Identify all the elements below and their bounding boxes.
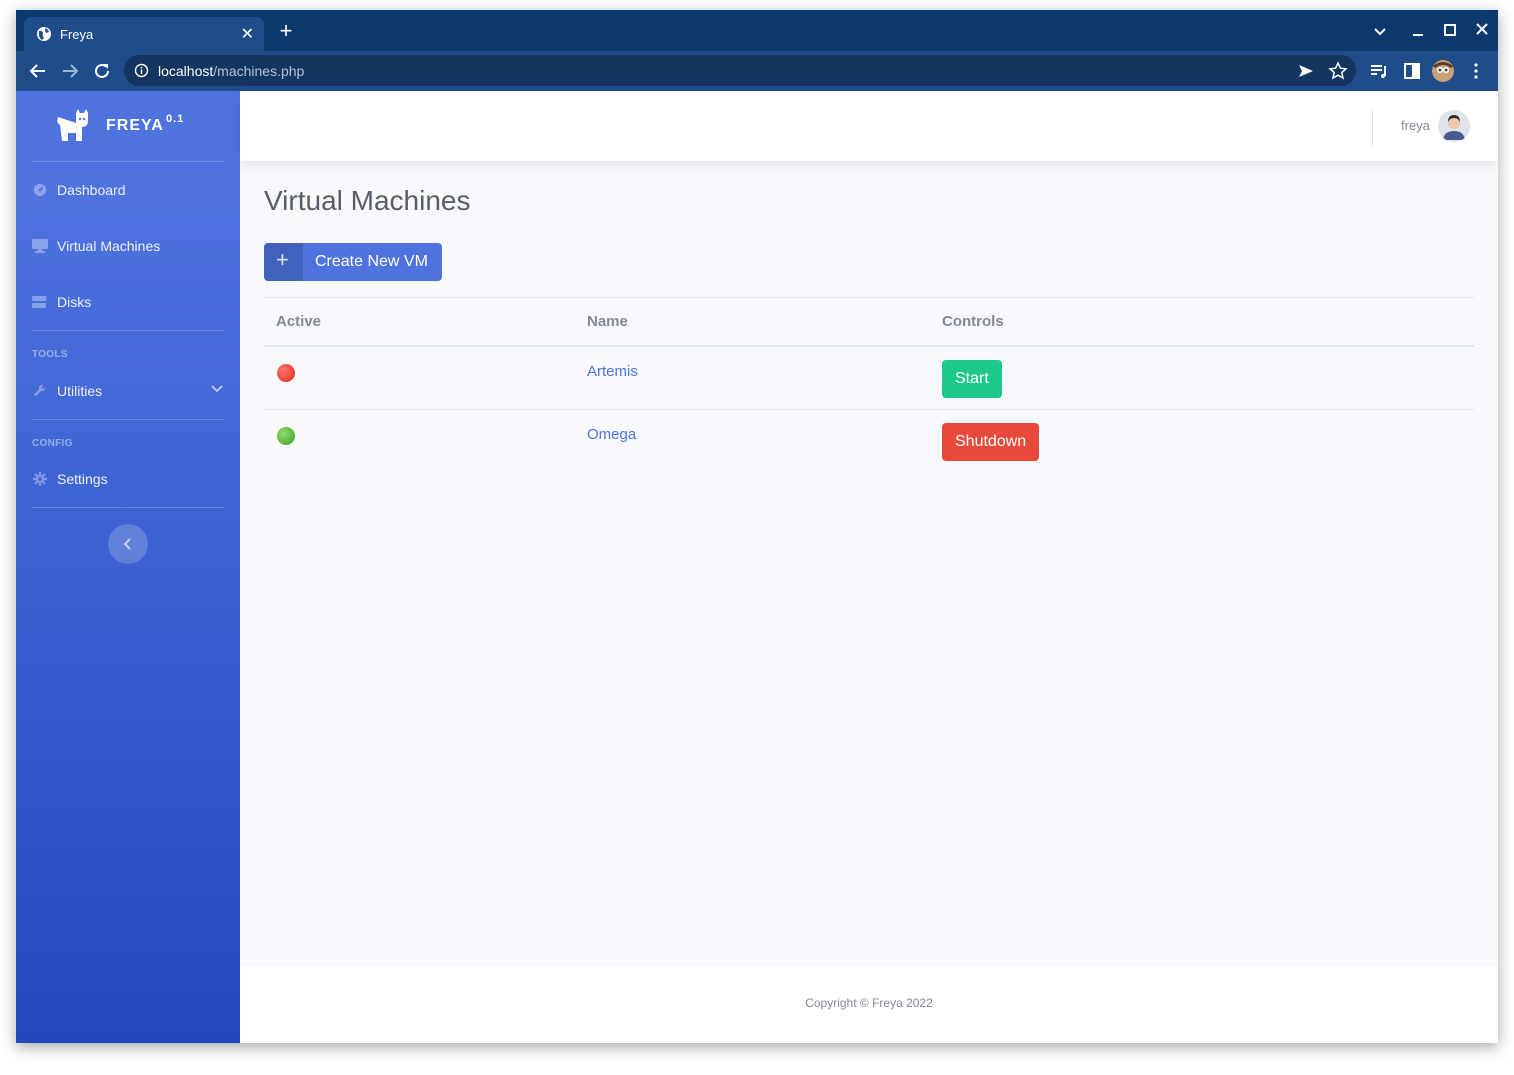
table-row: Artemis Start [264,347,1474,410]
desktop-icon [32,239,48,253]
sidebar-divider [32,330,224,331]
sidebar-item-virtual-machines[interactable]: Virtual Machines [32,235,224,259]
maximize-icon[interactable] [1438,19,1462,43]
create-vm-label: Create New VM [315,253,428,270]
url-path: /machines.php [213,63,305,79]
tab-title: Freya [60,27,94,42]
sidebar-item-disks[interactable]: Disks [32,291,224,315]
bookmark-star-icon[interactable] [1328,61,1348,81]
status-on-icon [277,427,295,445]
globe-icon [37,27,51,41]
side-panel-icon[interactable] [1401,60,1423,82]
hdd-icon [32,296,46,308]
sidebar-item-label: Disks [57,294,92,310]
vm-name-link[interactable]: Artemis [587,363,638,380]
gear-icon [33,472,47,486]
browser-menu-icon[interactable] [1465,60,1487,82]
chevron-left-icon [123,538,131,550]
status-off-icon [277,364,295,382]
forward-icon[interactable] [59,60,81,82]
sidebar-item-settings[interactable]: Settings [32,468,224,492]
reading-list-icon[interactable] [1368,60,1390,82]
close-tab-icon[interactable]: ✕ [241,24,254,44]
browser-toolbar: localhost/machines.php [16,51,1498,91]
create-vm-button[interactable]: + Create New VM [264,243,442,281]
sidebar-heading-tools: TOOLS [32,349,68,360]
send-icon[interactable] [1296,61,1316,81]
sidebar-item-label: Utilities [57,383,103,399]
topbar-divider [1372,108,1373,146]
sidebar-heading-config: CONFIG [32,438,73,449]
sidebar-toggle-button[interactable] [108,524,148,564]
dashboard-icon [33,183,47,197]
sidebar-item-label: Settings [57,471,108,487]
page-title: Virtual Machines [264,185,471,216]
reload-icon[interactable] [91,60,113,82]
brand-name: FREYA [106,117,164,134]
sidebar-divider [32,161,224,162]
brand-version: 0.1 [166,113,185,125]
plus-icon: + [264,243,303,281]
url-host: localhost [158,63,214,79]
start-button[interactable]: Start [942,360,1002,398]
back-icon[interactable] [27,60,49,82]
topbar: freya [240,91,1498,161]
browser-profile-avatar[interactable] [1432,60,1454,82]
info-icon[interactable] [134,63,149,78]
new-tab-button[interactable]: + [276,20,296,42]
browser-window: Freya ✕ + localhost/machines.php FREYA 0… [16,10,1498,1043]
close-window-icon[interactable] [1470,19,1494,43]
copyright-text: Copyright © Freya 2022 [805,996,933,1010]
sidebar-item-utilities[interactable]: Utilities [32,380,224,404]
tab-search-icon[interactable] [1368,19,1392,43]
main-content: Virtual Machines + Create New VM Active … [240,161,1498,966]
column-header-name: Name [587,313,628,330]
wrench-icon [33,384,46,397]
table-row: Omega Shutdown [264,410,1474,473]
sidebar: FREYA 0.1 Dashboard Virtual Machines Dis… [16,91,240,1043]
user-name[interactable]: freya [1401,118,1430,133]
minimize-icon[interactable] [1406,19,1430,43]
tab-bar: Freya ✕ + [16,10,1498,51]
browser-tab[interactable]: Freya ✕ [24,17,264,51]
footer: Copyright © Freya 2022 [240,966,1498,1043]
column-header-controls: Controls [942,313,1004,330]
sidebar-item-label: Dashboard [57,182,126,198]
avatar[interactable] [1438,110,1470,142]
chevron-down-icon [211,385,223,393]
sidebar-divider [32,507,224,508]
address-bar[interactable]: localhost/machines.php [124,55,1356,86]
column-header-active: Active [276,313,322,330]
shutdown-button[interactable]: Shutdown [942,423,1040,461]
vm-name-link[interactable]: Omega [587,426,636,443]
url-text: localhost/machines.php [158,63,304,79]
cat-logo-icon [57,109,88,141]
table-header: Active Name Controls [264,297,1474,347]
sidebar-item-label: Virtual Machines [57,238,161,254]
sidebar-divider [32,419,224,420]
sidebar-item-dashboard[interactable]: Dashboard [32,179,224,203]
